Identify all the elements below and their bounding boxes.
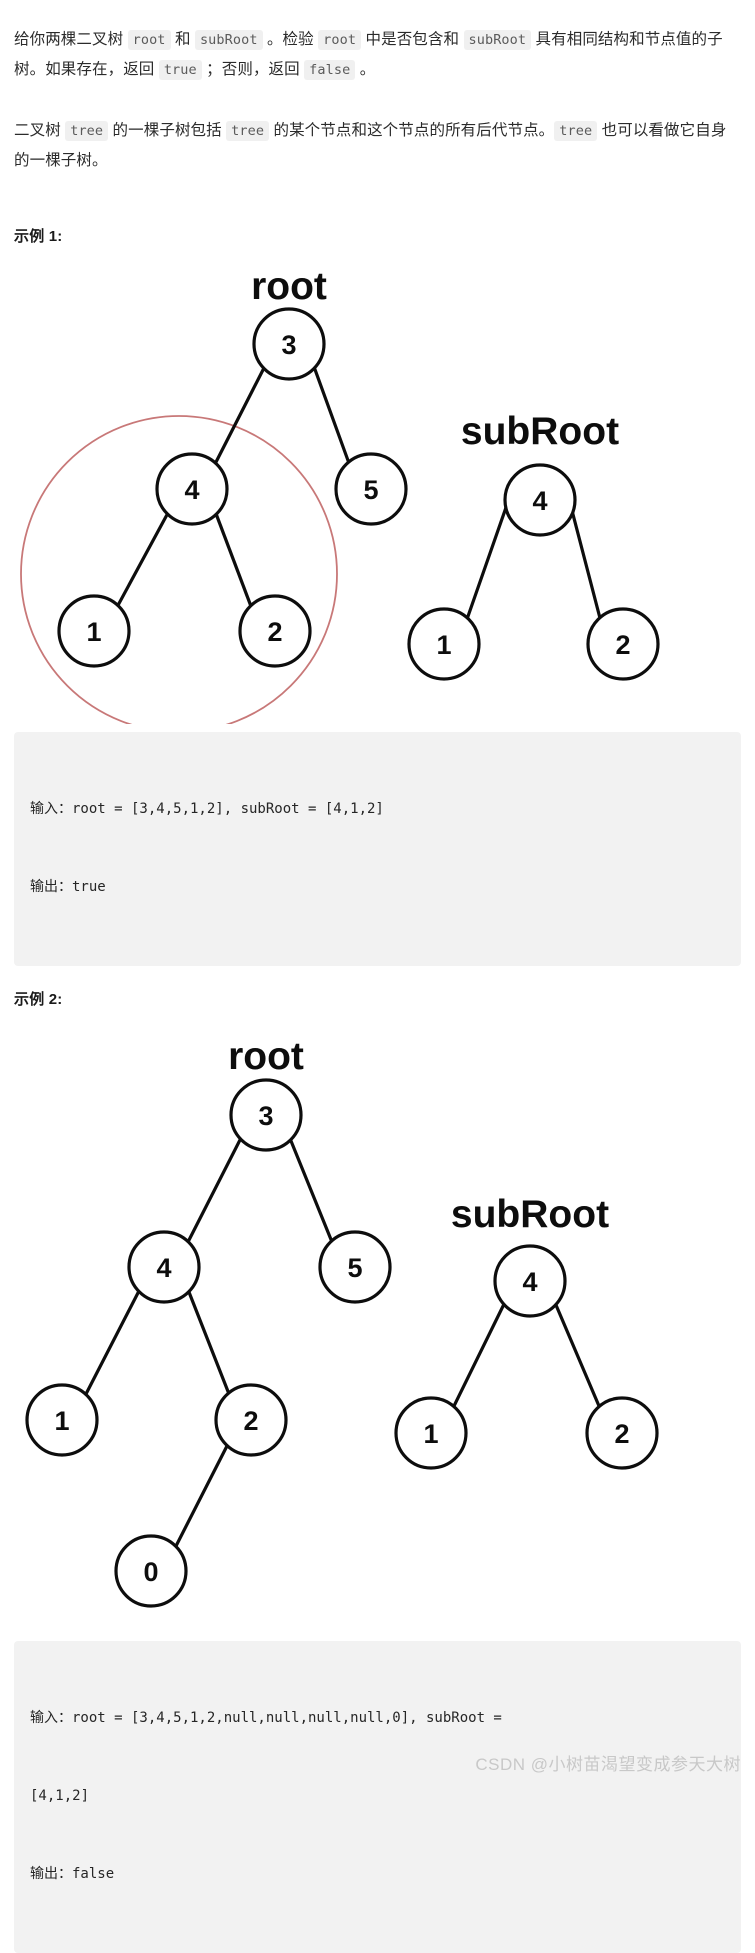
example-2-figure: 3 4 5 1 2 0 4 1 2 root subRoot [14, 1019, 741, 1639]
node2-root-3-label: 3 [258, 1101, 273, 1131]
example-1-code-line: 输出：true [30, 878, 106, 895]
inline-code: root [127, 29, 171, 50]
edge2-sub-4-2 [551, 1295, 601, 1408]
example-2-heading: 示例 2: [14, 990, 63, 1008]
example-1-figure: 3 4 5 1 2 4 1 2 root subRoot [14, 254, 741, 724]
node2-sub-1-label: 1 [423, 1419, 438, 1449]
example-2-code-block: 输入：root = [3,4,5,1,2,null,null,null,null… [14, 1640, 741, 1953]
example-1-code-line: 输入：root = [3,4,5,1,2], subRoot = [4,1,2] [30, 800, 384, 817]
inline-code: tree [65, 121, 109, 141]
edge2-2-0 [173, 1439, 231, 1550]
node2-root-1-label: 1 [54, 1406, 69, 1436]
example-1-code-block: 输入：root = [3,4,5,1,2], subRoot = [4,1,2]… [14, 731, 741, 966]
edge2-4-2 [185, 1284, 231, 1396]
node-sub-4-label: 4 [532, 486, 547, 516]
edge-4-1 [114, 508, 171, 611]
node-root-4-label: 4 [184, 475, 199, 505]
node2-root-5-label: 5 [347, 1253, 362, 1283]
example-2-svg: 3 4 5 1 2 0 4 1 2 root subRoot [25, 1035, 659, 1608]
node-root-1-label: 1 [86, 617, 101, 647]
inline-code: subRoot [463, 29, 532, 50]
edge2-3-4 [186, 1133, 244, 1244]
example-1-root-title: root [251, 265, 327, 308]
example-2-code-line: 输入：root = [3,4,5,1,2,null,null,null,null… [30, 1709, 502, 1726]
node-sub-2-label: 2 [615, 630, 630, 660]
edge-4-2 [213, 508, 254, 611]
node2-sub-4-label: 4 [522, 1267, 537, 1297]
edge-3-4 [212, 361, 268, 468]
edge2-sub-4-1 [452, 1295, 509, 1408]
node-root-5-label: 5 [363, 475, 378, 505]
problem-paragraph-2: 二叉树 tree 的一棵子树包括 tree 的某个节点和这个节点的所有后代节点。… [14, 121, 727, 169]
inline-code: tree [554, 121, 598, 141]
example-2-root-title: root [228, 1035, 304, 1078]
node-root-2-label: 2 [267, 617, 282, 647]
node2-sub-2-label: 2 [614, 1419, 629, 1449]
edge-3-5 [311, 361, 352, 468]
node2-root-2-label: 2 [243, 1406, 258, 1436]
node-root-3-label: 3 [281, 330, 296, 360]
csdn-watermark: CSDN @小树苗渴望变成参天大树 [475, 1754, 741, 1774]
example-2-code-line: [4,1,2] [30, 1787, 90, 1804]
example-2-code-line: 输出：false [30, 1865, 115, 1882]
inline-code: true [158, 59, 202, 80]
example-2-subroot-title: subRoot [451, 1193, 609, 1236]
inline-code: false [304, 59, 356, 80]
inline-code: root [318, 29, 362, 50]
inline-code: tree [226, 121, 270, 141]
problem-page: 给你两棵二叉树 root 和 subRoot 。检验 root 中是否包含和 s… [0, 16, 755, 1953]
edge2-3-5 [287, 1133, 334, 1244]
example-1-subroot-title: subRoot [461, 410, 619, 453]
node2-root-0-label: 0 [143, 1557, 158, 1587]
example-1-heading: 示例 1: [14, 227, 63, 245]
node-sub-1-label: 1 [436, 630, 451, 660]
example-1-svg: 3 4 5 1 2 4 1 2 root subRoot [20, 265, 660, 724]
problem-paragraph-1: 给你两棵二叉树 root 和 subRoot 。检验 root 中是否包含和 s… [14, 29, 723, 80]
inline-code: subRoot [194, 29, 263, 50]
node2-root-4-label: 4 [156, 1253, 171, 1283]
edge2-4-1 [84, 1284, 143, 1396]
